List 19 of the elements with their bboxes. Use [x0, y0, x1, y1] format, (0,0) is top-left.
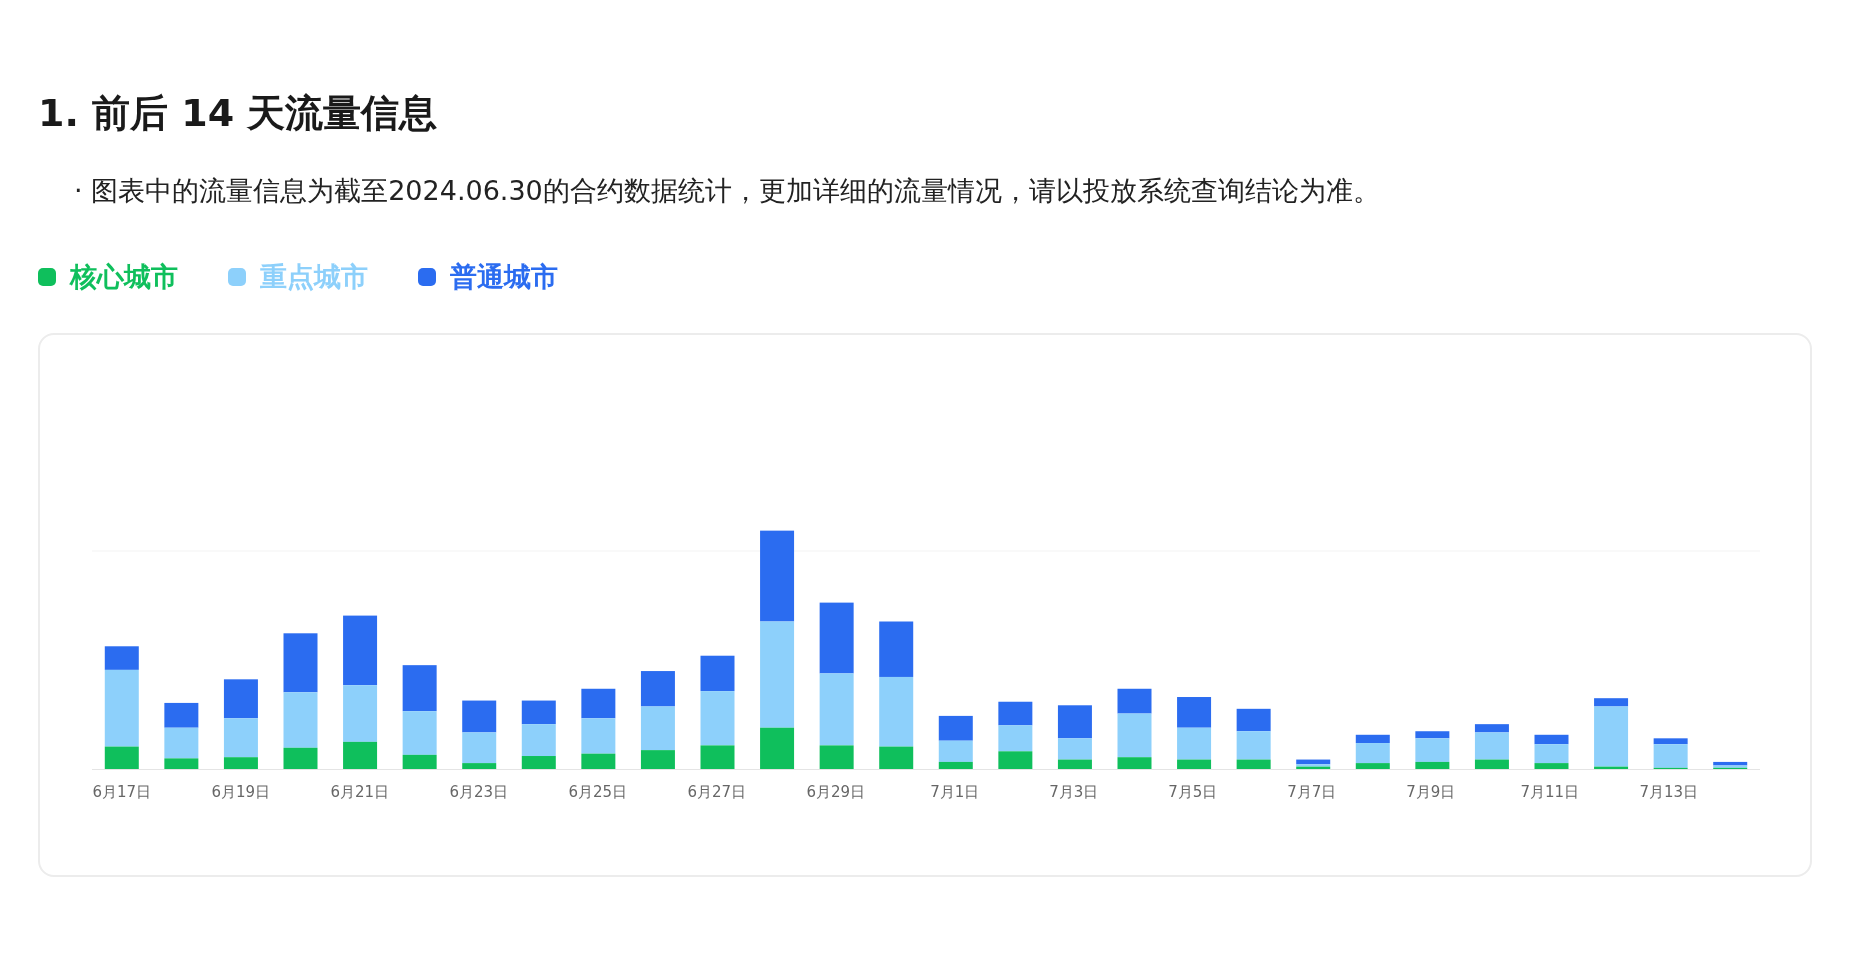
axis-label: 7月7日	[1287, 783, 1337, 802]
axis-label: 7月3日	[1049, 783, 1099, 802]
axis-label: 7月11日	[1520, 783, 1580, 802]
axis-label: 6月27日	[687, 783, 747, 802]
axis-label: 6月29日	[806, 783, 866, 802]
note-text: · 图表中的流量信息为截至2024.06.30的合约数据统计，更加详细的流量情况，请以投放系统查询结论为准。	[74, 174, 1381, 208]
axis-label: 7月9日	[1406, 783, 1456, 802]
legend-label: 普通城市	[450, 260, 558, 294]
axis-label: 7月13日	[1639, 783, 1699, 802]
axis-label: 6月25日	[568, 783, 628, 802]
section-title: 1. 前后 14 天流量信息	[38, 90, 439, 137]
legend-label: 核心城市	[70, 260, 178, 294]
axis-label: 6月21日	[330, 783, 390, 802]
axis-label: 6月17日	[92, 783, 152, 802]
axis-label: 7月5日	[1168, 783, 1218, 802]
legend-label: 重点城市	[260, 260, 368, 294]
axis-label: 7月1日	[930, 783, 980, 802]
axis-label: 6月23日	[449, 783, 509, 802]
axis-label: 6月19日	[211, 783, 271, 802]
